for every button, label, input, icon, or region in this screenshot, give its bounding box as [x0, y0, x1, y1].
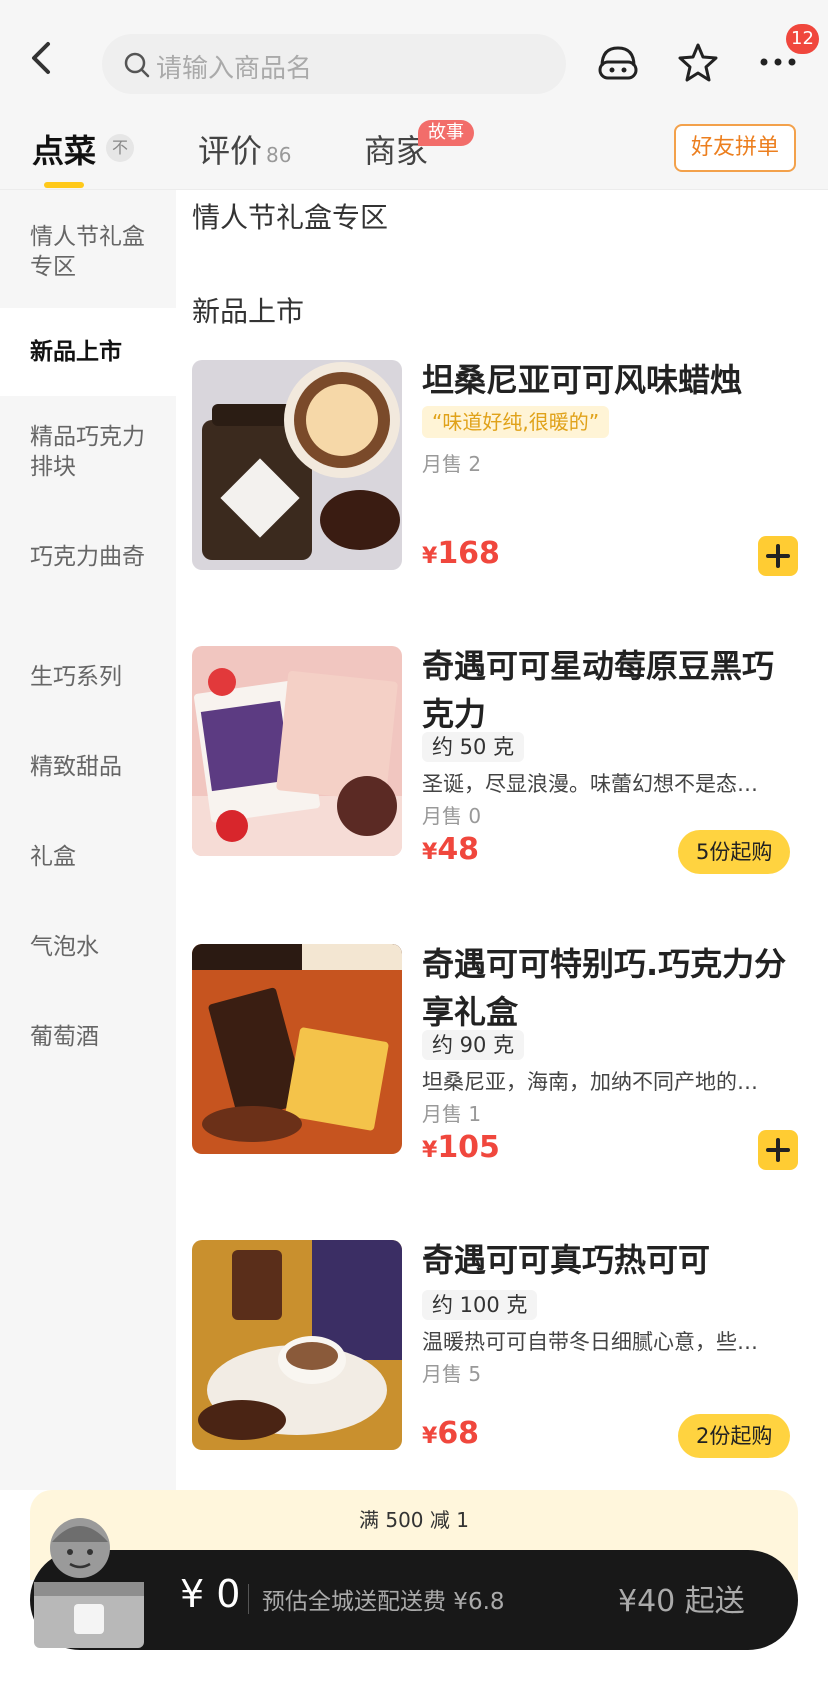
star-icon[interactable] [676, 40, 720, 84]
divider [248, 1584, 249, 1614]
sidebar-item-ganache[interactable]: 生巧系列 [0, 662, 176, 692]
sidebar-item-label: 精致甜品 [30, 754, 122, 780]
product-card[interactable]: 奇遇可可特别巧.巧克力分享礼盒 约 90 克 坦桑尼亚，海南，加纳不同产地的… … [192, 944, 812, 1170]
category-sidebar: 情人节礼盒专区 新品上市 精品巧克力排块 巧克力曲奇 生巧系列 精致甜品 礼盒 … [0, 190, 176, 1490]
tab-bar: 点菜 不 评价 86 商家 故事 好友拼单 [0, 120, 828, 190]
price-value: 68 [437, 1416, 480, 1451]
product-price: ¥48 [422, 832, 479, 867]
sidebar-item-label: 新品上市 [30, 339, 122, 365]
price-value: 105 [437, 1130, 500, 1165]
sidebar-item-label: 生巧系列 [30, 664, 122, 690]
active-tab-indicator [44, 182, 84, 188]
currency-symbol: ¥ [422, 544, 438, 569]
product-image[interactable] [192, 646, 402, 856]
sidebar-item-label: 巧克力曲奇 [30, 544, 145, 570]
product-card[interactable]: 坦桑尼亚可可风味蜡烛 “味道好纯,很暖的” 月售 2 ¥168 [192, 360, 812, 576]
product-tagline: “味道好纯,很暖的” [422, 406, 610, 438]
min-order-button[interactable]: ¥40 起送 [618, 1576, 745, 1620]
section-title: 情人节礼盒专区 [192, 201, 389, 234]
sidebar-item-wine[interactable]: 葡萄酒 [0, 1022, 176, 1052]
tab-reviews-label: 评价 [198, 132, 263, 170]
customer-service-icon[interactable] [596, 40, 640, 84]
tab-order[interactable]: 点菜 [32, 126, 96, 172]
delivery-fee: 预估全城送配送费 ¥6.8 [262, 1589, 505, 1615]
product-card[interactable]: 奇遇可可真巧热可可 约 100 克 温暖热可可自带冬日细腻心意，些… 月售 5 … [192, 1240, 812, 1458]
product-price: ¥168 [422, 536, 500, 571]
product-image[interactable] [192, 360, 402, 570]
product-name: 奇遇可可特别巧.巧克力分享礼盒 [422, 945, 787, 1031]
product-weight: 约 50 克 [422, 732, 525, 762]
sidebar-item-label: 礼盒 [30, 844, 76, 870]
tab-reviews[interactable]: 评价 86 [198, 126, 291, 172]
product-weight: 约 100 克 [422, 1290, 538, 1320]
product-sales: 月售 0 [422, 804, 482, 828]
currency-symbol: ¥ [422, 1424, 438, 1449]
price-value: 48 [437, 832, 480, 867]
notification-badge: 12 [786, 24, 819, 54]
sidebar-item-label: 葡萄酒 [30, 1024, 99, 1050]
currency-symbol: ¥ [422, 840, 438, 865]
plus-icon [766, 544, 790, 568]
add-to-cart-button[interactable] [758, 1130, 798, 1170]
min-purchase-button[interactable]: 2份起购 [678, 1414, 791, 1458]
top-bar: 请输入商品名 12 [0, 0, 828, 120]
product-name: 坦桑尼亚可可风味蜡烛 [422, 361, 743, 399]
min-purchase-button[interactable]: 5份起购 [678, 830, 791, 874]
back-icon[interactable] [28, 40, 60, 76]
product-price: ¥68 [422, 1416, 479, 1451]
product-description: 坦桑尼亚，海南，加纳不同产地的… [422, 1070, 758, 1094]
plus-icon [766, 1138, 790, 1162]
sidebar-item-label: 情人节礼盒专区 [30, 224, 145, 280]
currency-symbol: ¥ [422, 1138, 438, 1163]
add-to-cart-button[interactable] [758, 536, 798, 576]
sidebar-item-valentine[interactable]: 情人节礼盒专区 [0, 212, 150, 302]
story-badge: 故事 [418, 120, 474, 146]
sidebar-item-label: 精品巧克力排块 [30, 424, 145, 480]
product-image[interactable] [192, 944, 402, 1154]
review-count: 86 [266, 143, 292, 167]
courier-icon[interactable] [30, 1512, 150, 1652]
product-name: 奇遇可可真巧热可可 [422, 1241, 711, 1279]
sidebar-item-desserts[interactable]: 精致甜品 [0, 752, 176, 782]
product-card[interactable]: 奇遇可可星动莓原豆黑巧克力 约 50 克 圣诞，尽显浪漫。味蕾幻想不是态… 月售… [192, 646, 812, 874]
sidebar-item-sparkling-water[interactable]: 气泡水 [0, 932, 176, 962]
search-icon [122, 50, 152, 80]
search-input[interactable]: 请输入商品名 [102, 34, 566, 94]
sidebar-item-cookies[interactable]: 巧克力曲奇 [0, 542, 150, 632]
product-image[interactable] [192, 1240, 402, 1450]
product-weight: 约 90 克 [422, 1030, 525, 1060]
cart-total: ¥ 0 [180, 1572, 241, 1616]
section-title: 新品上市 [192, 295, 305, 328]
product-description: 温暖热可可自带冬日细腻心意，些… [422, 1330, 758, 1354]
product-sales: 月售 2 [422, 452, 482, 476]
pin-icon[interactable]: 不 [106, 134, 134, 162]
product-name: 奇遇可可星动莓原豆黑巧克力 [422, 647, 775, 733]
product-price: ¥105 [422, 1130, 500, 1165]
product-sales: 月售 5 [422, 1362, 482, 1386]
group-order-button[interactable]: 好友拼单 [674, 124, 796, 172]
sidebar-item-gift-box[interactable]: 礼盒 [0, 842, 176, 872]
product-description: 圣诞，尽显浪漫。味蕾幻想不是态… [422, 772, 758, 796]
tab-order-label: 点菜 [32, 132, 97, 170]
sidebar-item-label: 气泡水 [30, 934, 99, 960]
product-sales: 月售 1 [422, 1102, 482, 1126]
search-placeholder: 请输入商品名 [156, 54, 313, 84]
sidebar-item-chocolate-bars[interactable]: 精品巧克力排块 [0, 422, 150, 512]
sidebar-item-new[interactable]: 新品上市 [0, 308, 176, 396]
price-value: 168 [437, 536, 500, 571]
